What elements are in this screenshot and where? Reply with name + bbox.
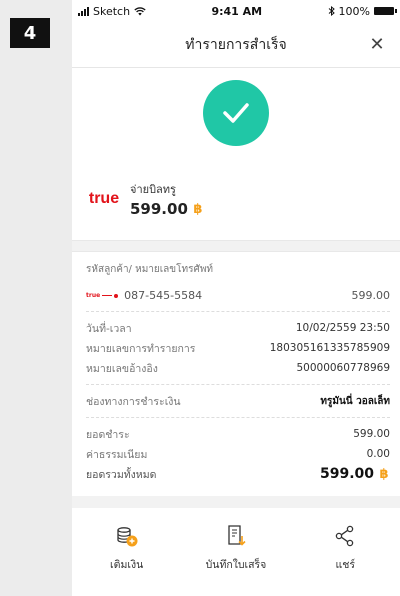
section-divider bbox=[72, 240, 400, 252]
share-button[interactable]: แชร์ bbox=[305, 524, 385, 573]
phone-amount: 599.00 bbox=[351, 289, 391, 302]
carrier-label: Sketch bbox=[93, 4, 131, 18]
action-bar: เติมเงิน บันทึกใบเสร็จ แชร์ bbox=[72, 508, 400, 573]
save-receipt-button[interactable]: บันทึกใบเสร็จ bbox=[196, 524, 276, 573]
page-title: ทำรายการสำเร็จ bbox=[185, 36, 287, 53]
biller-summary: true จ่ายบิลทรู 599.00 ฿ bbox=[72, 158, 400, 240]
true-logo: true bbox=[88, 190, 120, 207]
payment-amount-row: ยอดชำระ 599.00 bbox=[86, 428, 390, 441]
topup-label: เติมเงิน bbox=[110, 559, 144, 571]
baht-icon: ฿ bbox=[379, 466, 389, 482]
section-divider bbox=[72, 496, 400, 508]
phone-screen: Sketch 9:41 AM 100% ทำรายการสำเร็จ ✕ tru… bbox=[72, 0, 400, 596]
biller-amount: 599.00 bbox=[130, 200, 188, 218]
total-amount: 599.00 ฿ bbox=[319, 466, 389, 482]
status-bar: Sketch 9:41 AM 100% bbox=[72, 0, 400, 22]
biller-info: จ่ายบิลทรู 599.00 ฿ bbox=[130, 180, 204, 218]
signal-icon bbox=[78, 6, 89, 16]
fee-row: ค่าธรรมเนียม 0.00 bbox=[86, 448, 390, 461]
wifi-icon bbox=[134, 6, 146, 15]
reference-number-row: หมายเลขอ้างอิง 50000060778969 bbox=[86, 362, 390, 375]
transaction-number-row: หมายเลขการทำรายการ 180305161335785909 bbox=[86, 342, 390, 355]
amount-summary-group: ยอดชำระ 599.00 ค่าธรรมเนียม 0.00 ยอดรวมทั้… bbox=[86, 418, 390, 490]
biller-name: จ่ายบิลทรู bbox=[130, 183, 176, 196]
datetime-row: วันที่-เวลา 10/02/2559 23:50 bbox=[86, 322, 390, 335]
step-number-badge: 4 bbox=[10, 18, 50, 48]
true-mini-logo: true bbox=[86, 292, 119, 299]
close-icon[interactable]: ✕ bbox=[364, 31, 390, 57]
topup-button[interactable]: เติมเงิน bbox=[87, 524, 167, 573]
battery-icon bbox=[373, 7, 397, 15]
share-icon bbox=[336, 525, 354, 547]
phone-number-row: true 087-545-5584 599.00 bbox=[86, 280, 390, 312]
clock-time: 9:41 AM bbox=[211, 4, 263, 18]
transaction-details: รหัสลูกค้า/ หมายเลขโทรศัพท์ true 087-545… bbox=[72, 252, 400, 490]
success-indicator bbox=[72, 68, 400, 158]
payment-channel-group: ช่องทางการชำระเงิน ทรูมันนี่ วอลเล็ท bbox=[86, 385, 390, 418]
baht-icon: ฿ bbox=[193, 201, 203, 217]
customer-id-caption: รหัสลูกค้า/ หมายเลขโทรศัพท์ bbox=[86, 264, 214, 275]
nav-bar: ทำรายการสำเร็จ ✕ bbox=[72, 22, 400, 68]
biller-amount-line: 599.00 ฿ bbox=[130, 200, 204, 218]
transaction-info-group: วันที่-เวลา 10/02/2559 23:50 หมายเลขการทำ… bbox=[86, 312, 390, 385]
success-check-icon bbox=[203, 80, 269, 146]
total-row: ยอดรวมทั้งหมด 599.00 ฿ bbox=[86, 466, 389, 482]
payment-channel-row: ช่องทางการชำระเงิน ทรูมันนี่ วอลเล็ท bbox=[86, 395, 390, 408]
share-label: แชร์ bbox=[335, 559, 356, 571]
phone-number: 087-545-5584 bbox=[124, 289, 203, 302]
save-receipt-icon bbox=[228, 525, 246, 546]
save-receipt-label: บันทึกใบเสร็จ bbox=[205, 559, 267, 571]
bluetooth-icon bbox=[328, 6, 335, 16]
topup-coins-icon bbox=[117, 527, 138, 547]
battery-percent: 100% bbox=[338, 4, 370, 18]
